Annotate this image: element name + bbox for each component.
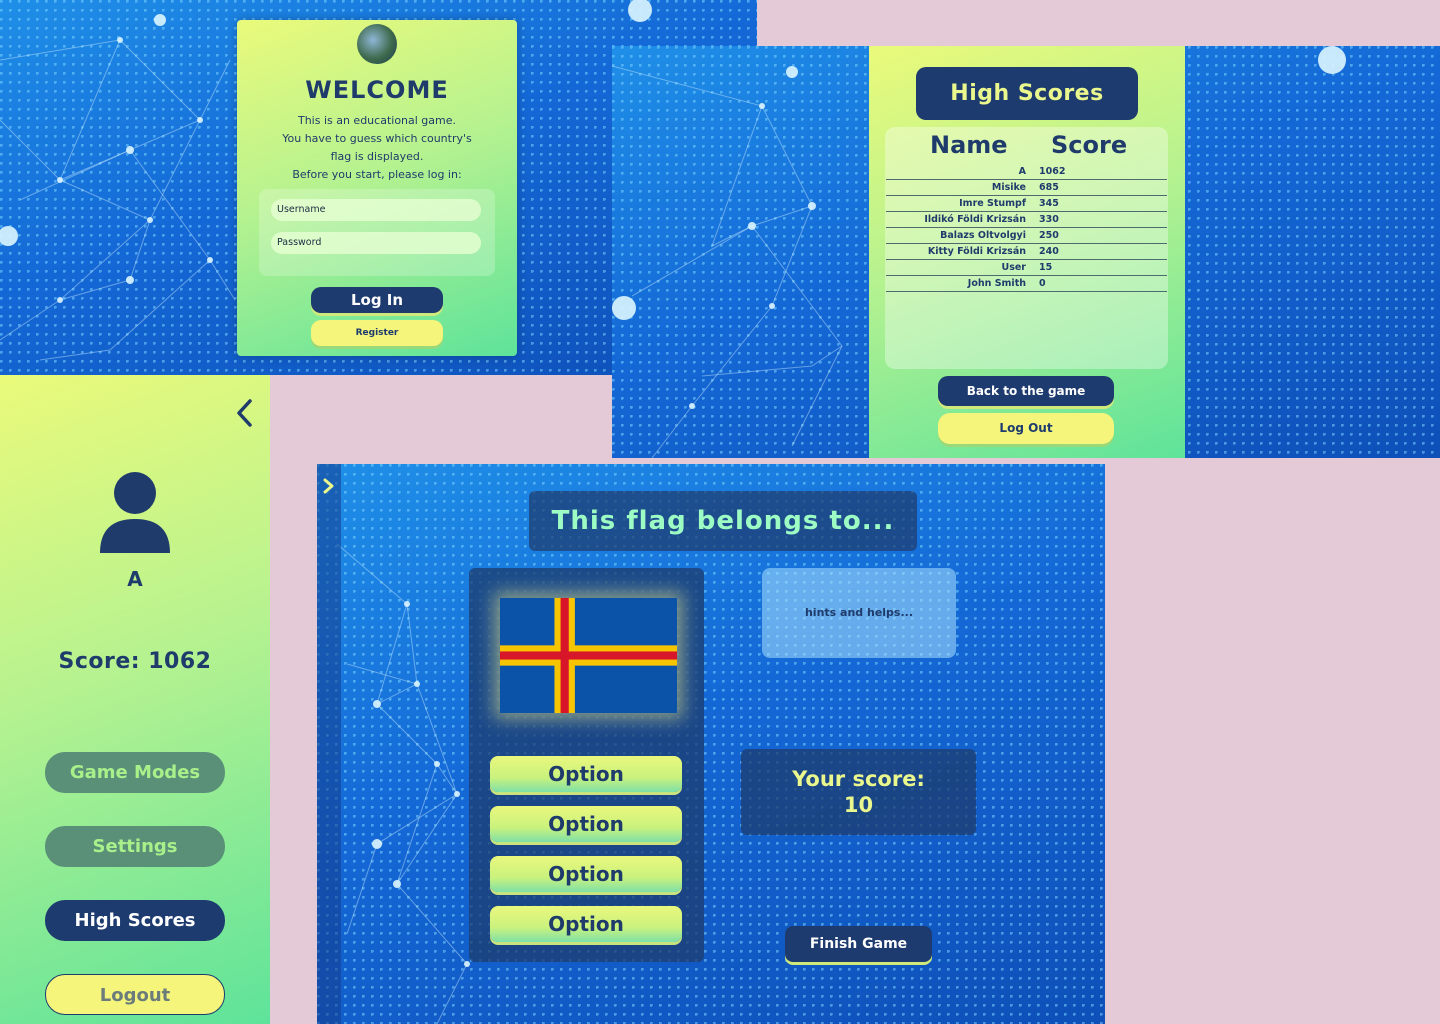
- player-score: 250: [1039, 230, 1059, 241]
- column-header-name: Name: [930, 131, 1008, 159]
- high-scores-card: High Scores Name Score A 1062 Misike 685 I…: [869, 46, 1185, 458]
- settings-button[interactable]: Settings: [45, 826, 225, 867]
- player-name: Ildikó Földi Krizsán: [924, 214, 1026, 225]
- high-scores-button[interactable]: High Scores: [45, 900, 225, 941]
- table-row: Misike 685: [886, 180, 1167, 196]
- intro-text: This is an educational game. You have to…: [257, 112, 497, 184]
- back-to-game-button[interactable]: Back to the game: [938, 376, 1114, 406]
- intro-line: Before you start, please log in:: [292, 168, 462, 181]
- player-name: A: [1018, 166, 1026, 177]
- user-avatar-icon: [100, 472, 170, 553]
- profile-score: Score: 1062: [58, 649, 212, 674]
- player-score: 240: [1039, 246, 1059, 257]
- player-name: Balazs Oltvolgyi: [940, 230, 1026, 241]
- player-name: Kitty Földi Krizsán: [927, 246, 1026, 257]
- table-row: Imre Stumpf 345: [886, 196, 1167, 212]
- flag-image: [500, 598, 677, 713]
- table-row: Kitty Földi Krizsán 240: [886, 244, 1167, 260]
- profile-username: A: [127, 567, 143, 591]
- profile-sidebar: A Score: 1062 Game Modes Settings High S…: [0, 375, 270, 1024]
- intro-line: You have to guess which country's: [282, 132, 472, 145]
- player-score: 330: [1039, 214, 1059, 225]
- table-row: User 15: [886, 260, 1167, 276]
- login-card: WELCOME This is an educational game. You…: [237, 20, 517, 356]
- player-name: Misike: [991, 182, 1026, 193]
- logout-button[interactable]: Logout: [45, 974, 225, 1015]
- table-row: John Smith 0: [886, 276, 1167, 292]
- welcome-title: WELCOME: [305, 76, 449, 104]
- intro-line: This is an educational game.: [297, 114, 457, 127]
- collapsed-sidebar: [317, 464, 341, 1024]
- chevron-left-icon[interactable]: [232, 395, 256, 431]
- high-scores-title: High Scores: [916, 67, 1138, 120]
- hints-box[interactable]: hints and helps...: [762, 568, 956, 658]
- flag-panel: Option Option Option Option: [469, 568, 704, 962]
- log-out-button[interactable]: Log Out: [938, 413, 1114, 444]
- question-title: This flag belongs to...: [529, 491, 917, 551]
- player-score: 685: [1039, 182, 1059, 193]
- finish-game-button[interactable]: Finish Game: [785, 926, 932, 962]
- table-row: Balazs Oltvolgyi 250: [886, 228, 1167, 244]
- player-score: 0: [1039, 278, 1046, 289]
- score-value: 10: [843, 793, 874, 817]
- intro-line: flag is displayed.: [330, 150, 424, 163]
- register-button[interactable]: Register: [311, 320, 443, 346]
- player-score: 15: [1039, 262, 1053, 273]
- game-modes-button[interactable]: Game Modes: [45, 752, 225, 793]
- score-box: Your score: 10: [741, 749, 976, 835]
- player-name: User: [1001, 262, 1027, 273]
- login-form: Username Password: [259, 189, 495, 276]
- table-row: A 1062: [886, 164, 1167, 180]
- username-input[interactable]: Username: [271, 199, 481, 221]
- table-row: Ildikó Földi Krizsán 330: [886, 212, 1167, 228]
- log-in-button[interactable]: Log In: [311, 287, 443, 313]
- answer-option-button[interactable]: Option: [490, 906, 682, 942]
- player-name: John Smith: [967, 278, 1026, 289]
- column-header-score: Score: [1051, 131, 1128, 159]
- player-score: 1062: [1039, 166, 1066, 177]
- player-score: 345: [1039, 198, 1059, 209]
- answer-option-button[interactable]: Option: [490, 806, 682, 842]
- high-scores-screen: High Scores Name Score A 1062 Misike 685 I…: [612, 46, 1440, 458]
- player-name: Imre Stumpf: [959, 198, 1026, 209]
- high-scores-table: Name Score A 1062 Misike 685 Imre Stumpf 34…: [885, 127, 1168, 369]
- password-input[interactable]: Password: [271, 232, 481, 254]
- globe-logo: [357, 24, 397, 64]
- answer-option-button[interactable]: Option: [490, 856, 682, 892]
- score-label: Your score:: [792, 767, 925, 791]
- chevron-right-icon[interactable]: [319, 472, 339, 500]
- answer-option-button[interactable]: Option: [490, 756, 682, 792]
- game-screen: This flag belongs to... Option Option Op…: [317, 464, 1105, 1024]
